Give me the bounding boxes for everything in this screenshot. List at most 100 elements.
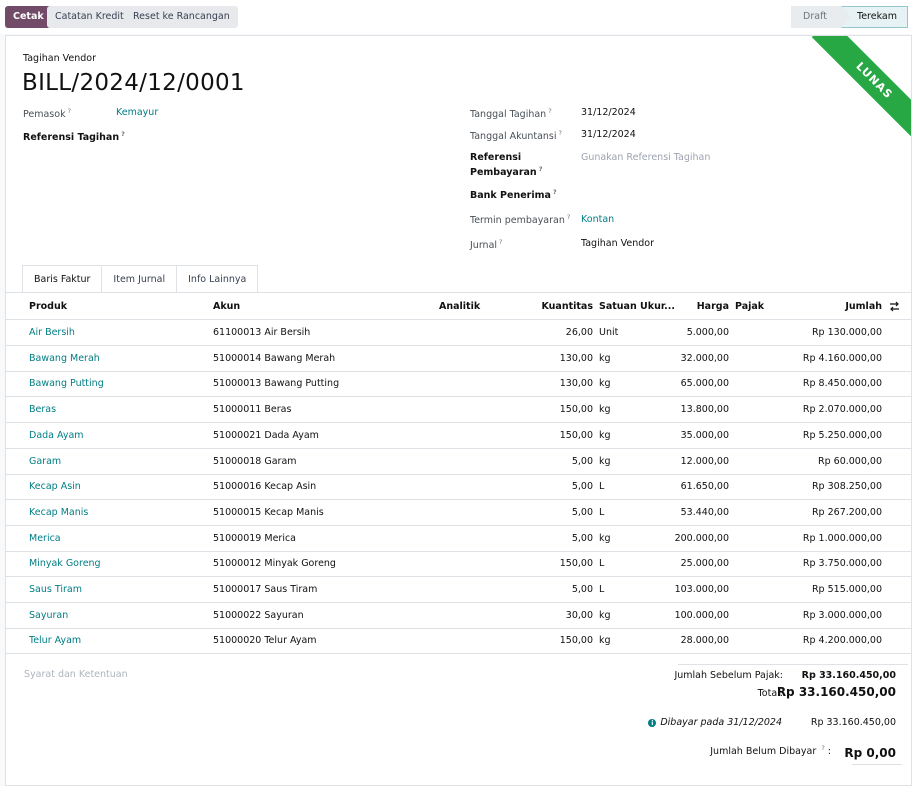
quantity-cell: 150,00: [559, 558, 593, 570]
account-cell: 51000014 Bawang Merah: [213, 352, 336, 364]
product-cell[interactable]: Saus Tiram: [29, 577, 82, 602]
product-cell[interactable]: Kecap Asin: [29, 474, 81, 499]
accounting-date-label: Tanggal Akuntansi?: [470, 129, 562, 143]
product-cell[interactable]: Merica: [29, 526, 61, 551]
product-cell[interactable]: Dada Ayam: [29, 423, 84, 448]
table-row[interactable]: Minyak Goreng 51000012 Minyak Goreng 150,0…: [6, 551, 911, 578]
status-draft[interactable]: Draft: [791, 6, 851, 28]
price-cell: 35.000,00: [680, 429, 729, 441]
amount-due-value: Rp 0,00: [844, 746, 896, 760]
table-row[interactable]: Kecap Manis 51000015 Kecap Manis 5,00 L 53.4…: [6, 500, 911, 526]
payment-info[interactable]: i Dibayar pada 31/12/2024: [606, 717, 782, 728]
total-value: Rp 33.160.450,00: [776, 685, 896, 699]
col-quantity[interactable]: Kuantitas: [526, 293, 593, 320]
table-row[interactable]: Sayuran 51000022 Sayuran 30,00 kg 100.000,00…: [6, 603, 911, 629]
product-cell[interactable]: Sayuran: [29, 603, 68, 628]
account-cell: 51000015 Kecap Manis: [213, 506, 324, 518]
payment-reference-label-2: Pembayaran?: [470, 165, 543, 179]
page-title: BILL/2024/12/0001: [22, 70, 245, 96]
table-row[interactable]: Kecap Asin 51000016 Kecap Asin 5,00 L 61.650…: [6, 474, 911, 501]
account-cell: 51000013 Bawang Putting: [213, 378, 340, 390]
amount-due-label: Jumlah Belum Dibayar ? :: [710, 744, 831, 758]
column-settings-icon[interactable]: [889, 293, 900, 320]
table-row[interactable]: Merica 51000019 Merica 5,00 kg 200.000,00 Rp …: [6, 526, 911, 552]
payment-reference-label-1: Referensi: [470, 152, 522, 163]
bill-date-field[interactable]: 31/12/2024: [581, 107, 636, 118]
product-cell[interactable]: Telur Ayam: [29, 628, 81, 653]
product-cell[interactable]: Beras: [29, 397, 56, 422]
table-row[interactable]: Air Bersih 61100013 Air Bersih 26,00 Unit 5.…: [6, 320, 911, 346]
table-header: Produk Akun Analitik Kuantitas Satuan Uk…: [6, 293, 911, 320]
table-row[interactable]: Beras 51000011 Beras 150,00 kg 13.800,00 Rp 2…: [6, 397, 911, 424]
print-button[interactable]: Cetak: [5, 6, 52, 28]
price-cell: 61.650,00: [680, 481, 729, 493]
accounting-date-field[interactable]: 31/12/2024: [581, 129, 636, 140]
uom-cell: L: [599, 481, 605, 493]
status-posted[interactable]: Terekam: [841, 6, 908, 28]
product-cell[interactable]: Kecap Manis: [29, 500, 88, 525]
supplier-label: Pemasok?: [23, 107, 72, 121]
info-icon[interactable]: i: [648, 719, 657, 727]
credit-note-button[interactable]: Catatan Kredit: [47, 6, 132, 28]
uom-cell: kg: [599, 429, 611, 441]
table-row[interactable]: Bawang Merah 51000014 Bawang Merah 130,00 k…: [6, 346, 911, 372]
payment-reference-input[interactable]: Gunakan Referensi Tagihan: [581, 152, 710, 163]
account-cell: 51000022 Sayuran: [213, 609, 304, 621]
price-cell: 103.000,00: [674, 584, 729, 595]
quantity-cell: 30,00: [565, 609, 593, 621]
uom-cell: L: [599, 506, 605, 518]
tab-journal-items[interactable]: Item Jurnal: [101, 265, 178, 292]
terms-and-conditions-input[interactable]: Syarat dan Ketentuan: [24, 669, 128, 680]
col-account[interactable]: Akun: [213, 293, 240, 320]
subtotal-cell: Rp 515.000,00: [811, 584, 882, 595]
untaxed-amount-value: Rp 33.160.450,00: [801, 670, 896, 681]
tab-other-info[interactable]: Info Lainnya: [176, 265, 259, 292]
product-cell[interactable]: Air Bersih: [29, 320, 75, 345]
subtotal-cell: Rp 4.160.000,00: [802, 352, 882, 364]
quantity-cell: 150,00: [559, 429, 593, 441]
account-cell: 51000018 Garam: [213, 455, 297, 467]
subtotal-cell: Rp 308.250,00: [811, 481, 882, 493]
price-cell: 100.000,00: [674, 609, 729, 621]
control-panel: Cetak Catatan Kredit Reset ke Rancangan …: [0, 0, 912, 34]
quantity-cell: 5,00: [571, 455, 593, 467]
payment-terms-label: Termin pembayaran?: [470, 213, 571, 227]
price-cell: 65.000,00: [680, 378, 729, 390]
product-cell[interactable]: Bawang Putting: [29, 371, 104, 396]
col-subtotal[interactable]: Jumlah: [786, 293, 882, 320]
journal-field[interactable]: Tagihan Vendor: [581, 238, 654, 249]
bill-date-label: Tanggal Tagihan?: [470, 107, 552, 121]
subtotal-cell: Rp 267.200,00: [811, 506, 882, 518]
account-cell: 51000016 Kecap Asin: [213, 481, 317, 493]
price-cell: 12.000,00: [680, 455, 729, 467]
product-cell[interactable]: Minyak Goreng: [29, 551, 101, 576]
col-analytic[interactable]: Analitik: [439, 293, 480, 320]
col-uom[interactable]: Satuan Ukur...: [599, 293, 675, 320]
table-row[interactable]: Saus Tiram 51000017 Saus Tiram 5,00 L 103.00…: [6, 577, 911, 603]
account-cell: 51000020 Telur Ayam: [213, 635, 317, 647]
col-taxes[interactable]: Pajak: [735, 293, 764, 320]
col-product[interactable]: Produk: [29, 293, 67, 320]
supplier-field[interactable]: Kemayur: [116, 107, 158, 118]
price-cell: 32.000,00: [680, 352, 729, 364]
quantity-cell: 130,00: [559, 352, 593, 364]
product-cell[interactable]: Bawang Merah: [29, 346, 100, 371]
bill-reference-label: Referensi Tagihan?: [23, 130, 125, 144]
col-price[interactable]: Harga: [666, 293, 729, 320]
table-row[interactable]: Bawang Putting 51000013 Bawang Putting 130…: [6, 371, 911, 398]
payment-terms-field[interactable]: Kontan: [581, 214, 614, 225]
table-row[interactable]: Dada Ayam 51000021 Dada Ayam 150,00 kg 35.00…: [6, 423, 911, 449]
product-cell[interactable]: Garam: [29, 449, 61, 474]
quantity-cell: 5,00: [571, 532, 593, 544]
reset-to-draft-button[interactable]: Reset ke Rancangan: [125, 6, 238, 28]
quantity-cell: 150,00: [559, 635, 593, 647]
tab-invoice-lines[interactable]: Baris Faktur: [22, 265, 103, 292]
table-row[interactable]: Telur Ayam 51000020 Telur Ayam 150,00 kg 28.…: [6, 628, 911, 655]
subtotal-cell: Rp 130.000,00: [811, 327, 882, 338]
price-cell: 5.000,00: [686, 327, 729, 338]
uom-cell: kg: [599, 378, 611, 390]
subtotal-cell: Rp 1.000.000,00: [802, 532, 882, 544]
table-row[interactable]: Garam 51000018 Garam 5,00 kg 12.000,00 Rp 60.…: [6, 449, 911, 475]
quantity-cell: 130,00: [559, 378, 593, 390]
subtotal-cell: Rp 4.200.000,00: [802, 635, 882, 647]
